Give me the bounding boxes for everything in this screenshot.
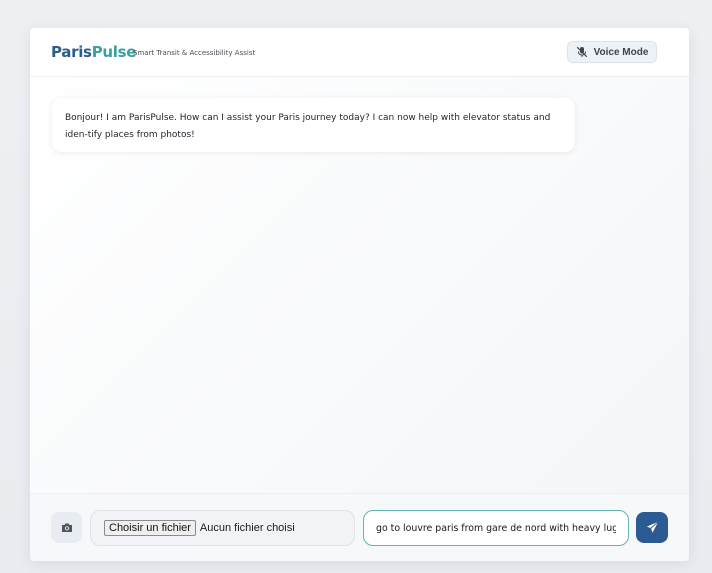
brand-logo-part2: Pulse xyxy=(91,43,137,61)
tagline: Smart Transit & Accessibility Assist xyxy=(133,49,256,57)
send-button[interactable] xyxy=(636,512,668,543)
app-window: ParisPulse Smart Transit & Accessibility… xyxy=(30,28,689,561)
file-upload-field: Choisir un fichier Aucun fichier choisi xyxy=(90,510,355,546)
camera-button[interactable] xyxy=(51,512,82,543)
assistant-message: Bonjour! I am ParisPulse. How can I assi… xyxy=(52,98,575,152)
voice-mode-label: Voice Mode xyxy=(593,46,649,58)
camera-icon xyxy=(61,522,73,533)
composer-bar: Choisir un fichier Aucun fichier choisi xyxy=(30,493,689,561)
microphone-off-icon xyxy=(576,46,588,58)
voice-mode-button[interactable]: Voice Mode xyxy=(567,41,657,63)
brand-logo-part1: Paris xyxy=(51,43,92,61)
choose-file-button[interactable]: Choisir un fichier xyxy=(104,520,196,536)
chat-area[interactable]: Bonjour! I am ParisPulse. How can I assi… xyxy=(30,77,689,493)
message-input[interactable] xyxy=(363,510,629,546)
brand-logo: ParisPulse xyxy=(51,42,136,62)
file-status-text: Aucun fichier choisi xyxy=(199,522,295,534)
paper-plane-icon xyxy=(646,521,659,534)
header: ParisPulse Smart Transit & Accessibility… xyxy=(30,28,689,77)
